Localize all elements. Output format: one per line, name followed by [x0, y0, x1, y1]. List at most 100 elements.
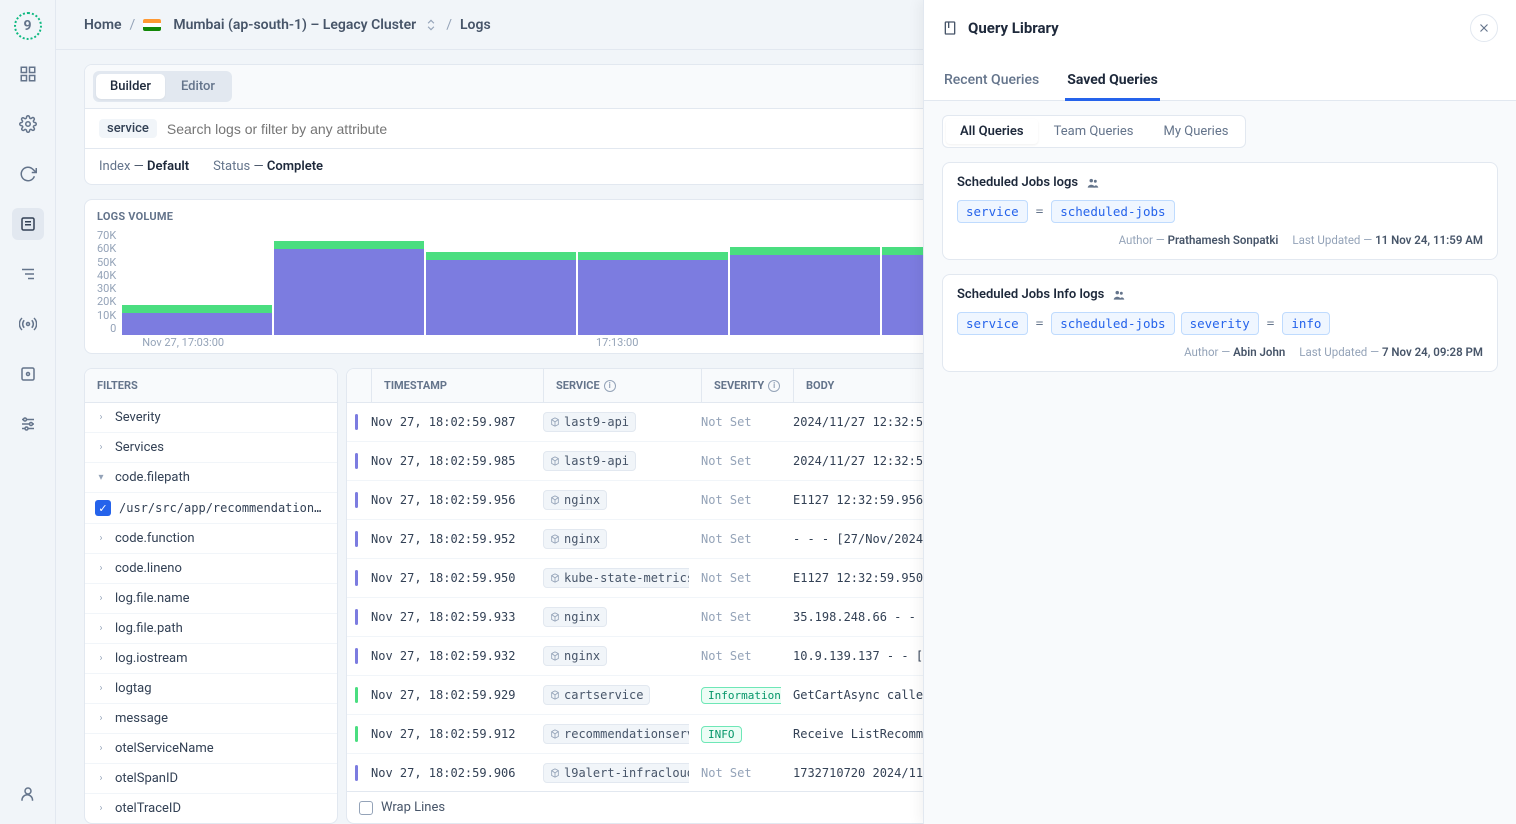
panel-tab[interactable]: Saved Queries [1065, 62, 1160, 101]
chevron-right-icon: › [95, 623, 107, 634]
scope-tab[interactable]: Team Queries [1040, 119, 1148, 144]
service-tag[interactable]: nginx [543, 490, 607, 510]
logo: 9 [14, 12, 42, 40]
nav-dashboard[interactable] [12, 58, 44, 90]
severity-notset: Not Set [701, 532, 752, 546]
nav-traces[interactable] [12, 258, 44, 290]
nav-user[interactable] [12, 778, 44, 810]
wrap-lines-label: Wrap Lines [381, 800, 445, 815]
filter-value[interactable]: ✓/usr/src/app/recommendation_serv [85, 493, 337, 524]
query-author: Abin John [1233, 345, 1285, 359]
severity-notset: Not Set [701, 649, 752, 663]
chart-bar[interactable] [122, 305, 272, 335]
cell-severity: Not Set [689, 754, 781, 791]
chevron-right-icon: › [95, 743, 107, 754]
query-author: Prathamesh Sonpatki [1168, 233, 1279, 247]
severity-notset: Not Set [701, 610, 752, 624]
flag-icon [143, 19, 161, 31]
filter-label: code.filepath [115, 470, 190, 485]
nav-sliders[interactable] [12, 408, 44, 440]
service-tag[interactable]: nginx [543, 529, 607, 549]
cell-severity: Not Set [689, 481, 781, 519]
filter-item[interactable]: ›log.iostream [85, 644, 337, 674]
service-tag[interactable]: l9alert-infracloud [543, 763, 689, 783]
severity-indicator [355, 726, 358, 742]
cell-service: cartservice [531, 676, 689, 714]
saved-query-card[interactable]: Scheduled Jobs Info logsservice=schedule… [942, 274, 1498, 372]
query-chip-service[interactable]: service [99, 119, 157, 138]
cell-service: nginx [531, 520, 689, 558]
service-tag[interactable]: last9-api [543, 412, 636, 432]
wrap-lines-checkbox[interactable] [359, 801, 373, 815]
tab-editor[interactable]: Editor [167, 74, 229, 99]
token: scheduled-jobs [1051, 312, 1174, 335]
chevron-right-icon: › [95, 713, 107, 724]
service-tag[interactable]: nginx [543, 646, 607, 666]
nav-settings[interactable] [12, 108, 44, 140]
chart-bar[interactable] [426, 252, 576, 335]
filter-label: otelTraceID [115, 801, 181, 816]
crumb-home[interactable]: Home [84, 17, 122, 33]
service-tag[interactable]: last9-api [543, 451, 636, 471]
filter-label: code.function [115, 531, 195, 546]
checkbox-checked-icon[interactable]: ✓ [95, 500, 111, 516]
team-icon [1112, 288, 1126, 302]
severity-indicator [355, 453, 358, 469]
chevron-down-icon: ▾ [95, 472, 107, 483]
filter-item[interactable]: ›otelSpanID [85, 764, 337, 794]
filter-item[interactable]: ›log.file.name [85, 584, 337, 614]
cell-service: last9-api [531, 442, 689, 480]
chart-bar[interactable] [578, 252, 728, 335]
cell-severity: Not Set [689, 520, 781, 558]
scope-tab[interactable]: My Queries [1150, 119, 1243, 144]
nav-broadcast[interactable] [12, 308, 44, 340]
token: service [957, 312, 1028, 335]
service-tag[interactable]: cartservice [543, 685, 650, 705]
filter-item[interactable]: ›Severity [85, 403, 337, 433]
filter-item[interactable]: ›logtag [85, 674, 337, 704]
close-button[interactable] [1470, 14, 1498, 42]
team-icon [1086, 176, 1100, 190]
severity-notset: Not Set [701, 415, 752, 429]
query-tokens: service=scheduled-jobsseverity=info [957, 312, 1483, 335]
service-tag[interactable]: nginx [543, 607, 607, 627]
filters-panel: FILTERS ›Severity›Services ▾ code.filepath… [84, 368, 338, 824]
filter-item[interactable]: ›log.file.path [85, 614, 337, 644]
filter-label: code.lineno [115, 561, 182, 576]
col-timestamp[interactable]: TIMESTAMP [372, 369, 544, 402]
tab-builder[interactable]: Builder [96, 74, 165, 99]
filter-item[interactable]: ›otelServiceName [85, 734, 337, 764]
query-updated: 7 Nov 24, 09:28 PM [1382, 345, 1483, 359]
panel-tab[interactable]: Recent Queries [942, 62, 1041, 100]
filter-item[interactable]: ›code.lineno [85, 554, 337, 584]
filters-title: FILTERS [85, 369, 337, 403]
filter-item[interactable]: ›message [85, 704, 337, 734]
token: service [957, 200, 1028, 223]
severity-notset: Not Set [701, 766, 752, 780]
filter-item[interactable]: ›Services [85, 433, 337, 463]
crumb-region[interactable]: Mumbai (ap-south-1) – Legacy Cluster [173, 17, 416, 33]
service-tag[interactable]: kube-state-metrics [543, 568, 689, 588]
chevron-right-icon: › [95, 773, 107, 784]
filter-item[interactable]: ▾ code.filepath [85, 463, 337, 493]
sidebar: 9 [0, 0, 56, 824]
saved-query-card[interactable]: Scheduled Jobs logsservice=scheduled-job… [942, 162, 1498, 260]
info-icon: i [768, 380, 780, 392]
nav-logs[interactable] [12, 208, 44, 240]
filter-item[interactable]: › code.function [85, 524, 337, 554]
filter-item[interactable]: ›otelTraceID [85, 794, 337, 823]
chart-bar[interactable] [730, 247, 880, 335]
severity-indicator [355, 687, 358, 703]
token-operator: = [1265, 312, 1277, 335]
col-severity[interactable]: SEVERITYi [702, 369, 794, 402]
col-service[interactable]: SERVICEi [544, 369, 702, 402]
nav-refresh[interactable] [12, 158, 44, 190]
chart-bar[interactable] [274, 241, 424, 335]
nav-embed[interactable] [12, 358, 44, 390]
severity-badge: INFO [701, 726, 742, 743]
cell-timestamp: Nov 27, 18:02:59.950 [359, 559, 531, 597]
chevron-right-icon: › [95, 533, 107, 544]
scope-tab[interactable]: All Queries [946, 119, 1038, 144]
chevron-up-down-icon[interactable] [424, 18, 438, 32]
service-tag[interactable]: recommendationserv [543, 724, 689, 744]
